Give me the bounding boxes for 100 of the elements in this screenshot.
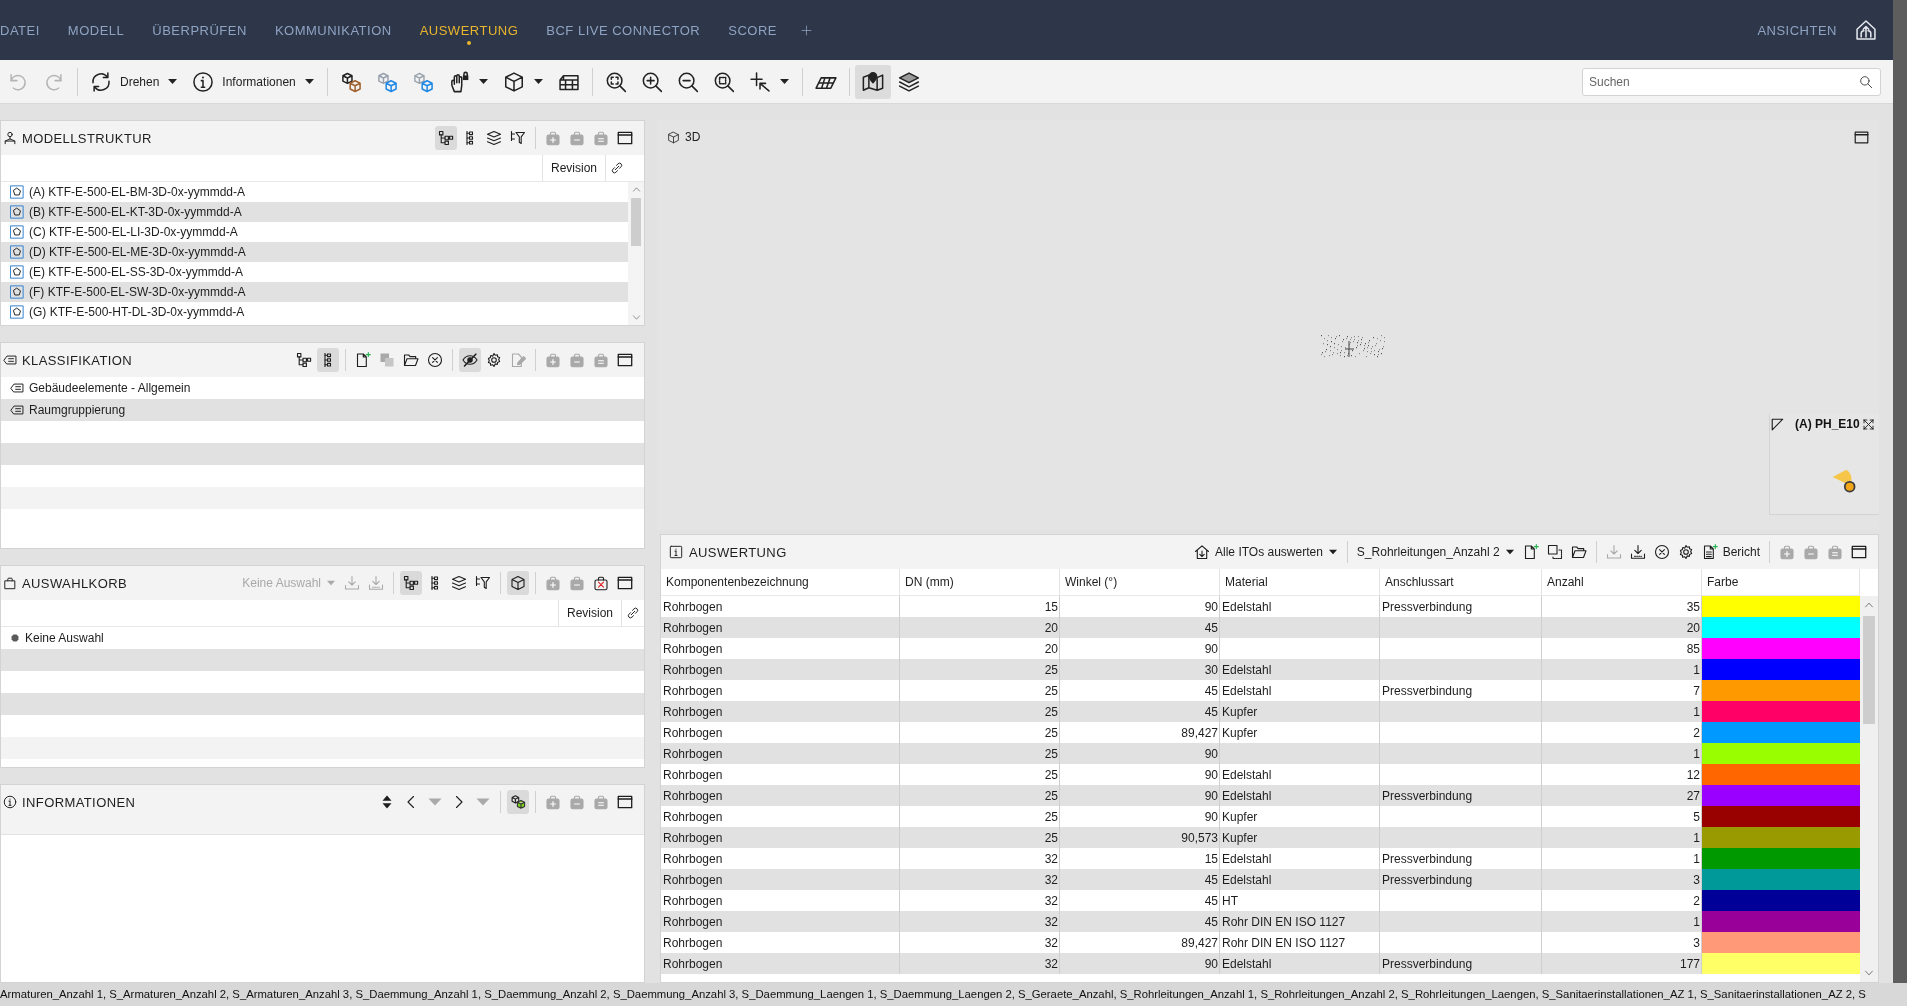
map-pin-button[interactable] bbox=[854, 64, 891, 99]
menu-tab[interactable]: SCORE bbox=[714, 0, 791, 60]
pentagon-icon bbox=[10, 205, 24, 219]
panel-title: AUSWERTUNG bbox=[689, 544, 787, 560]
table-cell: Edelstahl bbox=[1220, 659, 1380, 680]
minimap-label: (A) PH_E10 bbox=[1795, 417, 1860, 431]
filter-icon bbox=[475, 575, 491, 591]
filter-icon bbox=[510, 130, 526, 146]
table-cell: Rohrbogen bbox=[661, 911, 900, 932]
table-cell: Rohrbogen bbox=[661, 743, 900, 764]
search-field[interactable]: Suchen bbox=[1582, 67, 1881, 96]
bag-x-icon bbox=[593, 575, 609, 591]
hierarchy-button[interactable] bbox=[435, 126, 457, 150]
column-header[interactable]: Komponentenbezeichnung bbox=[661, 569, 900, 595]
column-header[interactable]: Anzahl bbox=[1542, 569, 1702, 595]
bag-minus-icon bbox=[569, 575, 585, 591]
chevron-up-icon bbox=[631, 185, 641, 194]
cube-button[interactable] bbox=[507, 571, 529, 595]
circle-x-icon bbox=[427, 352, 443, 368]
column-header[interactable]: Material bbox=[1220, 569, 1380, 595]
list-tree-button[interactable] bbox=[317, 348, 339, 372]
hide-button[interactable] bbox=[459, 348, 481, 372]
column-header[interactable]: Anschlussart bbox=[1380, 569, 1542, 595]
report-button[interactable]: Bericht bbox=[1698, 540, 1763, 564]
hierarchy-icon bbox=[438, 130, 454, 146]
table-cell: 32 bbox=[900, 911, 1060, 932]
cubes-icon bbox=[411, 70, 434, 93]
view-title: 3D bbox=[685, 130, 701, 144]
bag-plus-icon bbox=[545, 130, 561, 146]
tag-icon bbox=[10, 403, 24, 417]
tree-item[interactable]: (C) KTF-E-500-EL-LI-3D-0x-yymmdd-A bbox=[1, 222, 628, 242]
active-dot-icon bbox=[466, 41, 471, 45]
tree-item[interactable]: (G) KTF-E-500-HT-DL-3D-0x-yymmdd-A bbox=[1, 302, 628, 322]
tree-item[interactable]: Raumgruppierung bbox=[1, 399, 644, 421]
scrollbar-thumb[interactable] bbox=[631, 198, 641, 246]
views-menu[interactable]: ANSICHTEN bbox=[1757, 22, 1837, 38]
scrollbar[interactable] bbox=[1860, 596, 1878, 982]
bag-plus-icon bbox=[545, 575, 561, 591]
tree-item[interactable]: (B) KTF-E-500-EL-KT-3D-0x-yymmdd-A bbox=[1, 202, 628, 222]
structure-icon bbox=[3, 131, 17, 145]
house-arrows-icon[interactable] bbox=[1855, 19, 1877, 41]
table-cell: Rohrbogen bbox=[661, 659, 900, 680]
column-header[interactable]: DN (mm) bbox=[900, 569, 1060, 595]
plus-icon bbox=[801, 24, 812, 36]
tree-item[interactable]: (E) KTF-E-500-EL-SS-3D-0x-yymmdd-A bbox=[1, 262, 628, 282]
tree-item[interactable]: (D) KTF-E-500-EL-ME-3D-0x-yymmdd-A bbox=[1, 242, 628, 262]
pentagon-icon bbox=[10, 185, 24, 199]
tree-item[interactable]: (F) KTF-E-500-EL-SW-3D-0x-yymmdd-A bbox=[1, 282, 628, 302]
column-header[interactable]: Farbe bbox=[1702, 569, 1860, 595]
caret-icon bbox=[778, 76, 790, 87]
window-icon bbox=[617, 130, 633, 146]
download-icon bbox=[344, 575, 360, 591]
evaluate-dropdown[interactable]: Alle ITOs auswerten bbox=[1191, 540, 1341, 564]
tree-item[interactable]: (A) KTF-E-500-EL-BM-3D-0x-yymmdd-A bbox=[1, 182, 628, 202]
column-header[interactable]: Winkel (°) bbox=[1060, 569, 1220, 595]
triangle-icon[interactable] bbox=[1771, 417, 1784, 431]
rotate-icon bbox=[90, 70, 112, 93]
chevron-down-icon bbox=[631, 313, 641, 322]
zoom-fit-icon bbox=[604, 70, 627, 93]
column-header[interactable]: Revision bbox=[557, 600, 621, 626]
cubes-icon bbox=[510, 794, 526, 810]
download-icon bbox=[368, 575, 384, 591]
table-cell: 32 bbox=[900, 953, 1060, 974]
scrollbar[interactable] bbox=[628, 182, 644, 325]
table-cell: 25 bbox=[900, 743, 1060, 764]
table-cell: Edelstahl bbox=[1220, 953, 1380, 974]
menu-tab[interactable]: KOMMUNIKATION bbox=[260, 0, 406, 60]
cross-arrows-icon[interactable] bbox=[1861, 417, 1875, 431]
panel-title: AUSWAHLKORB bbox=[22, 575, 128, 591]
template-dropdown[interactable]: S_Rohrleitungen_Anzahl 2 bbox=[1353, 540, 1518, 564]
menu-tab[interactable]: ÜBERPRÜFEN bbox=[138, 0, 261, 60]
menu-tab[interactable]: DATEI bbox=[0, 0, 54, 60]
tree-item[interactable]: Keine Auswahl bbox=[1, 627, 644, 649]
maximize-button[interactable] bbox=[1854, 129, 1869, 145]
hierarchy-icon bbox=[403, 575, 419, 591]
hierarchy-icon bbox=[296, 352, 312, 368]
table-cell: Rohrbogen bbox=[661, 869, 900, 890]
hierarchy-button[interactable] bbox=[400, 571, 422, 595]
table-cell: 45 bbox=[1060, 869, 1220, 890]
scrollbar-thumb[interactable] bbox=[1863, 616, 1875, 724]
bag-minus-icon bbox=[569, 794, 585, 810]
cubes-button[interactable] bbox=[507, 790, 529, 814]
caret-icon bbox=[477, 76, 489, 87]
menu-tab[interactable]: BCF LIVE CONNECTOR bbox=[532, 0, 715, 60]
column-header[interactable]: Revision bbox=[541, 155, 605, 181]
bag-equal-icon bbox=[593, 794, 609, 810]
settings-icon bbox=[486, 352, 502, 368]
menu-tab[interactable]: MODELL bbox=[53, 0, 139, 60]
squares-icon bbox=[379, 352, 395, 368]
circle-x-icon bbox=[1653, 544, 1670, 560]
panel-title: INFORMATIONEN bbox=[22, 794, 136, 810]
table-cell: 25 bbox=[900, 785, 1060, 806]
menu-tab[interactable]: AUSWERTUNG bbox=[405, 0, 533, 60]
rotate-button[interactable]: Drehen bbox=[83, 64, 186, 99]
info-button[interactable]: Informationen bbox=[185, 64, 322, 99]
eye-slash-icon bbox=[462, 352, 478, 368]
settings-icon bbox=[1677, 544, 1694, 560]
table-cell: 90 bbox=[1060, 743, 1220, 764]
tree-item[interactable]: Gebäudeelemente - Allgemein bbox=[1, 377, 644, 399]
window-icon bbox=[617, 352, 633, 368]
